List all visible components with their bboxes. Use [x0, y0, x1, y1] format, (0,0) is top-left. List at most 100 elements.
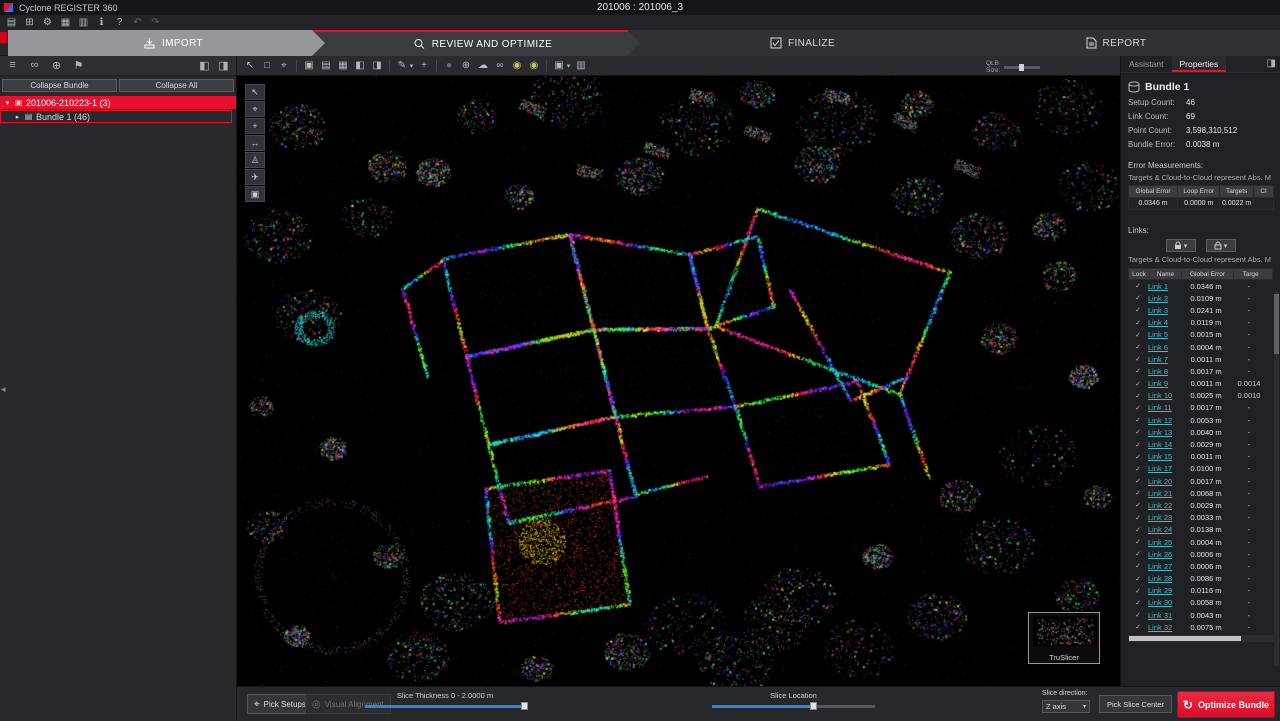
link-name[interactable]: Link 24	[1148, 525, 1180, 534]
link-name[interactable]: Link 15	[1148, 452, 1180, 461]
collapse-bundle-button[interactable]: Collapse Bundle	[2, 79, 117, 92]
expander-icon[interactable]: ▾	[4, 99, 11, 107]
lock-check-icon[interactable]: ✓	[1128, 611, 1148, 619]
cloud-icon[interactable]: ☁	[475, 58, 491, 74]
links-vertical-scrollbar[interactable]	[1274, 292, 1279, 666]
lock-check-icon[interactable]: ✓	[1128, 392, 1148, 400]
truslicer-canvas[interactable]	[1033, 616, 1097, 646]
lock-check-icon[interactable]: ✓	[1128, 441, 1148, 449]
lock-check-icon[interactable]: ✓	[1128, 501, 1148, 509]
measure-tool-icon[interactable]: ↔	[245, 135, 265, 151]
lock-check-icon[interactable]: ✓	[1128, 514, 1148, 522]
pick-setups-button[interactable]: ⌖ Pick Setups	[247, 694, 313, 714]
lock-check-icon[interactable]: ✓	[1128, 355, 1148, 363]
Link 15[interactable]: ✓ Link 15 0.0011 m -	[1128, 451, 1273, 463]
Link 14[interactable]: ✓ Link 14 0.0029 m -	[1128, 438, 1273, 450]
walk-tool-icon[interactable]: ♙	[245, 152, 265, 168]
tree-item-bundle[interactable]: ▸ ▤ Bundle 1 (46)	[0, 110, 232, 123]
lock-check-icon[interactable]: ✓	[1128, 489, 1148, 497]
lock-check-icon[interactable]: ✓	[1128, 575, 1148, 583]
storage-icon[interactable]: ▥	[76, 16, 91, 30]
link-name[interactable]: Link 25	[1148, 538, 1180, 547]
Link 4[interactable]: ✓ Link 4 0.0119 m -	[1128, 317, 1273, 329]
link-name[interactable]: Link 28	[1148, 574, 1180, 583]
slice-thickness-slider[interactable]	[365, 705, 525, 708]
workflow-step-report[interactable]: REPORT	[952, 30, 1280, 56]
pick-tool-icon[interactable]: ⌖	[245, 101, 265, 117]
Link 13[interactable]: ✓ Link 13 0.0040 m -	[1128, 426, 1273, 438]
toolbar-separator[interactable]	[389, 60, 390, 72]
lock-check-icon[interactable]: ✓	[1128, 416, 1148, 424]
lock-check-icon[interactable]: ✓	[1128, 331, 1148, 339]
pan-tool-icon[interactable]: +	[245, 118, 265, 134]
sidebar-collapse-handle[interactable]: ◂	[1, 384, 6, 395]
lock-check-icon[interactable]: ✓	[1128, 465, 1148, 473]
Link 28[interactable]: ✓ Link 28 0.0086 m -	[1128, 573, 1273, 585]
link-name[interactable]: Link 30	[1148, 598, 1180, 607]
collapse-all-button[interactable]: Collapse All	[119, 79, 234, 92]
collapse-panel-icon[interactable]: ◨	[217, 59, 230, 72]
link-name[interactable]: Link 9	[1148, 379, 1180, 388]
link-name[interactable]: Link 22	[1148, 501, 1180, 510]
info-icon[interactable]: ℹ	[94, 16, 109, 30]
Link 6[interactable]: ✓ Link 6 0.0004 m -	[1128, 341, 1273, 353]
link-name[interactable]: Link 23	[1148, 513, 1180, 522]
lock-check-icon[interactable]: ✓	[1128, 550, 1148, 558]
toolbar-separator[interactable]	[436, 60, 437, 72]
pano-view-icon[interactable]: ▥	[573, 58, 589, 74]
link-icon[interactable]: ∞	[492, 58, 508, 74]
workflow-step-import[interactable]: IMPORT	[8, 30, 338, 56]
Link 5[interactable]: ✓ Link 5 0.0015 m -	[1128, 329, 1273, 341]
lock-check-icon[interactable]: ✓	[1128, 538, 1148, 546]
Link 2[interactable]: ✓ Link 2 0.0109 m -	[1128, 292, 1273, 304]
slider-handle[interactable]	[521, 702, 528, 710]
redo-icon[interactable]: ↷	[148, 16, 163, 30]
lock-check-icon[interactable]: ✓	[1128, 453, 1148, 461]
Link 3[interactable]: ✓ Link 3 0.0241 m -	[1128, 304, 1273, 316]
settings-icon[interactable]: ⚙	[40, 16, 55, 30]
link-name[interactable]: Link 14	[1148, 440, 1180, 449]
lock-check-icon[interactable]: ✓	[1128, 306, 1148, 314]
link-name[interactable]: Link 12	[1148, 416, 1180, 425]
snapshot-icon[interactable]: ▤	[318, 58, 334, 74]
Link 7[interactable]: ✓ Link 7 0.0011 m -	[1128, 353, 1273, 365]
point-cloud-canvas[interactable]	[237, 76, 1120, 686]
link-name[interactable]: Link 10	[1148, 391, 1180, 400]
sites-tab-icon[interactable]: ⊕	[50, 59, 63, 72]
lock-check-icon[interactable]: ✓	[1128, 404, 1148, 412]
link-name[interactable]: Link 5	[1148, 330, 1180, 339]
fly-tool-icon[interactable]: ✈	[245, 169, 265, 185]
import-icon[interactable]: ⊞	[22, 16, 37, 30]
pick-slice-center-button[interactable]: Pick Slice Center	[1099, 695, 1172, 713]
link-name[interactable]: Link 27	[1148, 562, 1180, 571]
optimize-bundle-button[interactable]: ↻ Optimize Bundle	[1177, 691, 1275, 718]
quad-view-icon[interactable]: ◨	[369, 58, 385, 74]
help-icon[interactable]: ?	[112, 16, 127, 30]
lock-check-icon[interactable]: ✓	[1128, 319, 1148, 327]
globe-icon[interactable]: ⊕	[458, 58, 474, 74]
link-name[interactable]: Link 17	[1148, 464, 1180, 473]
view-cube-tool-icon[interactable]: ▣	[245, 186, 265, 202]
tab-assistant[interactable]: Assistant	[1121, 56, 1172, 72]
unlock-links-button[interactable]: ▾	[1206, 239, 1236, 252]
lock-check-icon[interactable]: ✓	[1128, 282, 1148, 290]
lock-check-icon[interactable]: ✓	[1128, 562, 1148, 570]
links-horizontal-scrollbar[interactable]	[1128, 635, 1274, 642]
Link 1[interactable]: ✓ Link 1 0.0346 m -	[1128, 280, 1273, 292]
link-name[interactable]: Link 21	[1148, 489, 1180, 498]
undo-icon[interactable]: ↶	[130, 16, 145, 30]
lock-links-button[interactable]: ▾	[1166, 239, 1196, 252]
Link 29[interactable]: ✓ Link 29 0.0116 m -	[1128, 585, 1273, 597]
camera-icon[interactable]: ▣	[301, 58, 317, 74]
limit-box-icon[interactable]: ●	[441, 58, 457, 74]
caret-down-icon[interactable]: ▾	[408, 58, 415, 74]
select-icon[interactable]: ↖	[242, 58, 258, 74]
scrollbar-thumb[interactable]	[1274, 294, 1279, 354]
lock-check-icon[interactable]: ✓	[1128, 343, 1148, 351]
tree-item-project[interactable]: ▾ ▣ 201006-210223-1 (3)	[0, 96, 236, 109]
lock-check-icon[interactable]: ✓	[1128, 526, 1148, 534]
Link 30[interactable]: ✓ Link 30 0.0058 m -	[1128, 597, 1273, 609]
modules-icon[interactable]: ▦	[58, 16, 73, 30]
Link 27[interactable]: ✓ Link 27 0.0006 m -	[1128, 560, 1273, 572]
lock-check-icon[interactable]: ✓	[1128, 428, 1148, 436]
